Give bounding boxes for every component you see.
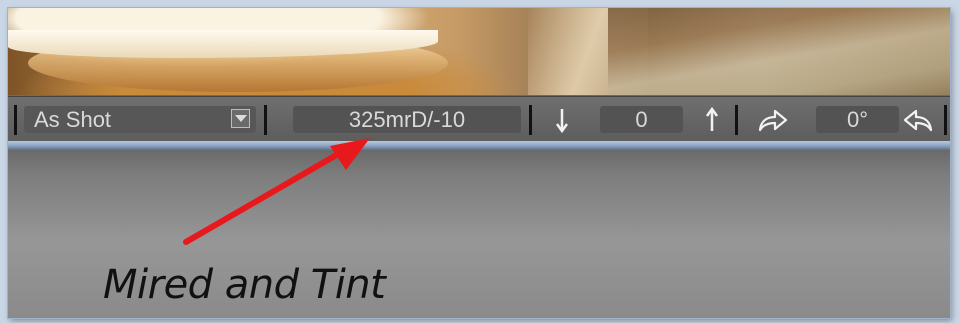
annotation-caption: Mired and Tint <box>103 262 386 308</box>
arrow-head-icon <box>330 138 370 170</box>
